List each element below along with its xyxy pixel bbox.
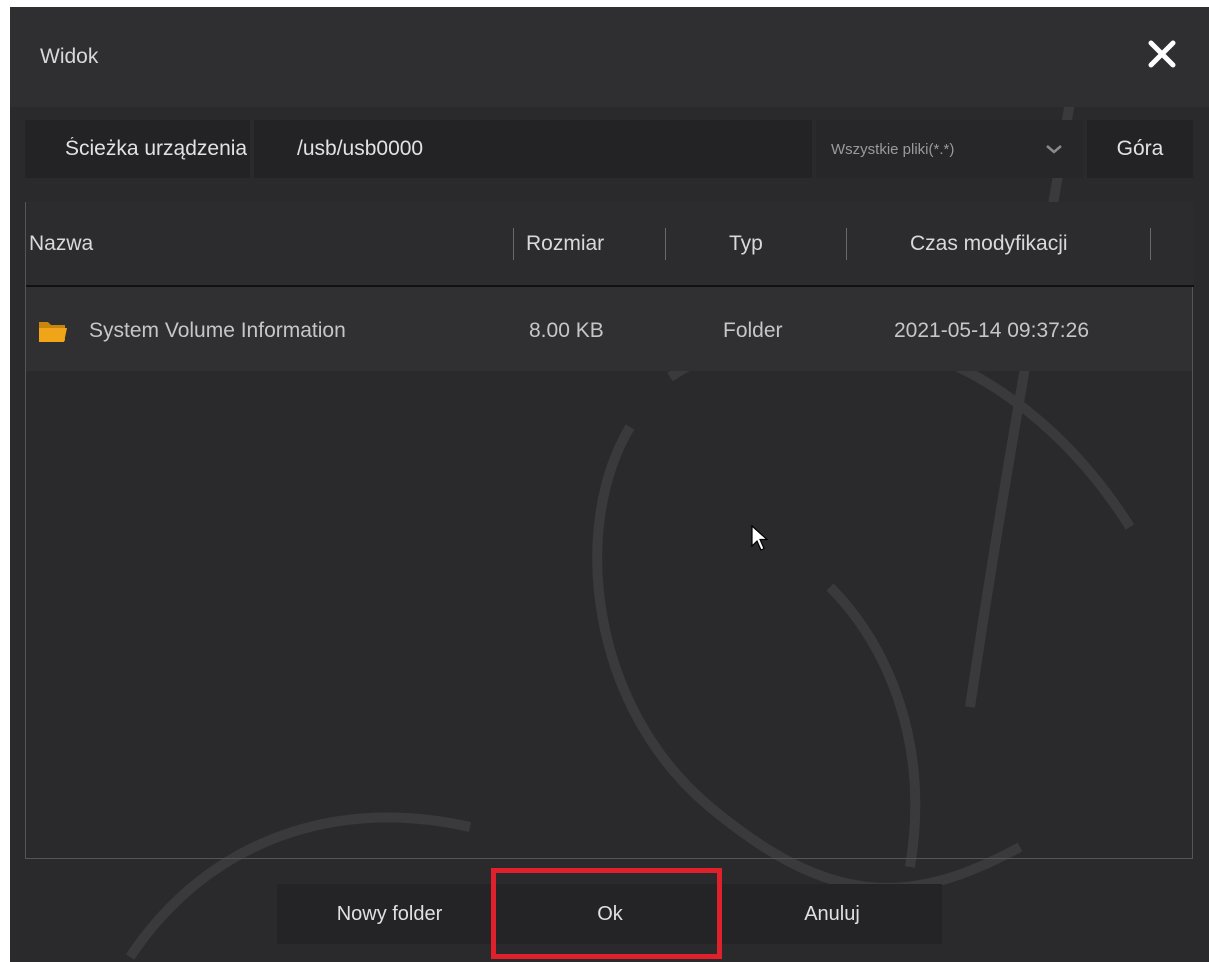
folder-icon [39,322,67,342]
column-header-modified[interactable]: Czas modyfikacji [910,232,1068,256]
new-folder-button-label: Nowy folder [336,903,443,925]
mouse-cursor-icon [751,524,769,551]
file-browser-dialog: Widok Ścieżka urządzenia /usb/usb0000 Ws… [10,7,1209,962]
device-path-field: /usb/usb0000 [254,120,812,178]
cancel-button[interactable]: Anuluj [722,884,942,944]
file-size: 8.00 KB [529,319,604,342]
file-table: Nazwa Rozmiar Typ Czas modyfikacji Syste… [25,202,1194,859]
column-separator[interactable] [1150,228,1151,260]
file-type-filter-value: Wszystkie pliki(*.*) [831,141,955,158]
column-separator[interactable] [665,228,666,260]
up-button[interactable]: Góra [1087,120,1193,178]
title-bar: Widok [10,7,1209,107]
column-separator[interactable] [513,228,514,260]
ok-button-highlight [491,868,722,959]
table-header: Nazwa Rozmiar Typ Czas modyfikacji [26,202,1194,287]
up-button-label: Góra [1116,137,1164,160]
chevron-down-icon [1046,145,1062,154]
table-row[interactable]: System Volume Information 8.00 KB Folder… [26,287,1192,371]
file-name: System Volume Information [89,319,346,342]
device-path-label-box: Ścieżka urządzenia [25,120,250,178]
column-separator[interactable] [846,228,847,260]
file-modified: 2021-05-14 09:37:26 [894,319,1089,342]
file-type-filter-dropdown[interactable]: Wszystkie pliki(*.*) [816,120,1083,178]
new-folder-button[interactable]: Nowy folder [277,884,502,944]
column-header-name[interactable]: Nazwa [29,232,93,256]
close-icon[interactable] [1145,37,1179,71]
dialog-title: Widok [40,45,99,68]
column-header-size[interactable]: Rozmiar [526,232,604,256]
path-bar: Ścieżka urządzenia /usb/usb0000 Wszystki… [25,120,1193,178]
cancel-button-label: Anuluj [804,903,860,925]
column-header-type[interactable]: Typ [729,232,763,256]
device-path-label: Ścieżka urządzenia [65,137,247,160]
file-type: Folder [723,319,783,342]
device-path-value: /usb/usb0000 [297,137,424,160]
